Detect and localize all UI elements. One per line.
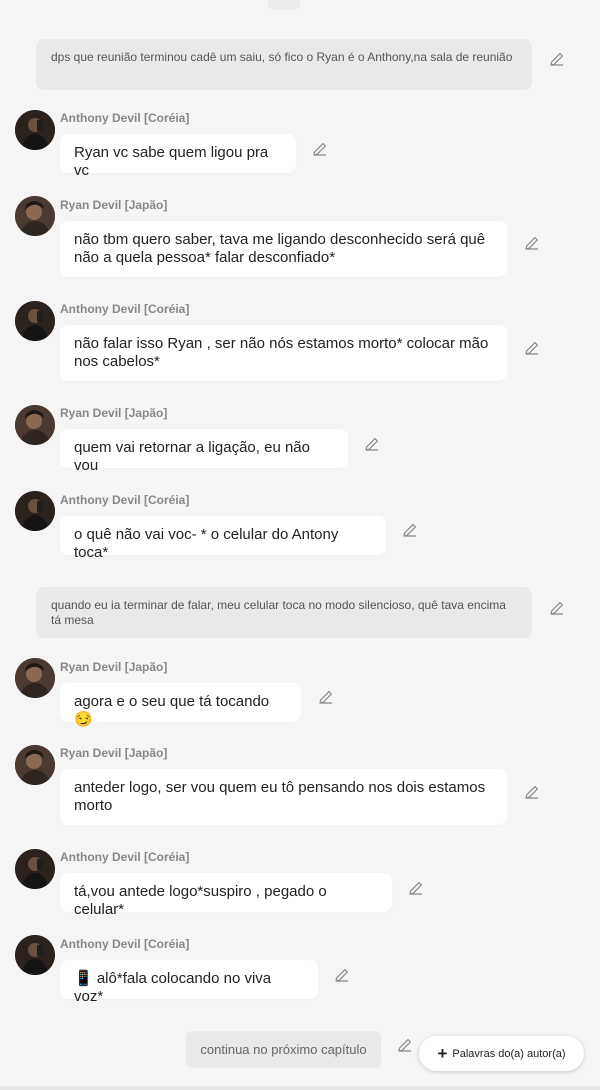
pencil-icon[interactable] xyxy=(524,340,540,356)
continuation-note: continua no próximo capítulo xyxy=(186,1031,381,1068)
message-bubble: o quê não vai voc- * o celular do Antony… xyxy=(60,516,386,561)
message-bubble: 📱 alô*fala colocando no viva voz* xyxy=(60,960,318,1005)
continuation-text: continua no próximo capítulo xyxy=(200,1042,367,1057)
avatar-ryan[interactable] xyxy=(15,196,55,236)
message-bubble: anteder logo, ser vou quem eu tô pensand… xyxy=(60,769,507,825)
message-bubble: Ryan vc sabe quem ligou pra vc xyxy=(60,134,296,179)
message-text: o quê não vai voc- * o celular do Antony… xyxy=(74,526,339,561)
narration-block: dps que reunião terminou cadê um saiu, s… xyxy=(36,39,532,90)
message-text: não tbm quero saber, tava me ligando des… xyxy=(74,231,486,266)
author-name: Anthony Devil [Coréia] xyxy=(60,302,190,316)
message-text: 📱 alô*fala colocando no viva voz* xyxy=(74,970,272,1005)
author-name: Ryan Devil [Japão] xyxy=(60,746,168,760)
author-words-label: Palavras do(a) autor(a) xyxy=(452,1047,566,1060)
author-name: Anthony Devil [Coréia] xyxy=(60,937,190,951)
avatar-ryan[interactable] xyxy=(15,745,55,785)
avatar-ryan[interactable] xyxy=(15,658,55,698)
pencil-icon[interactable] xyxy=(408,880,424,896)
author-name: Anthony Devil [Coréia] xyxy=(60,111,190,125)
author-name: Ryan Devil [Japão] xyxy=(60,660,168,674)
avatar-anthony[interactable] xyxy=(15,491,55,531)
avatar-anthony[interactable] xyxy=(15,110,55,150)
message-bubble: agora e o seu que tá tocando 😏 xyxy=(60,683,301,728)
author-words-button[interactable]: + Palavras do(a) autor(a) xyxy=(419,1036,584,1071)
message-bubble: quem vai retornar a ligação, eu não vou xyxy=(60,429,348,474)
pencil-icon[interactable] xyxy=(524,784,540,800)
pencil-icon[interactable] xyxy=(312,141,328,157)
avatar-anthony[interactable] xyxy=(15,849,55,889)
avatar-anthony[interactable] xyxy=(15,935,55,975)
pencil-icon[interactable] xyxy=(318,689,334,705)
message-text: anteder logo, ser vou quem eu tô pensand… xyxy=(74,779,486,814)
pencil-icon[interactable] xyxy=(364,436,380,452)
pencil-icon[interactable] xyxy=(402,522,418,538)
message-text: não falar isso Ryan , ser não nós estamo… xyxy=(74,335,489,370)
message-bubble: não tbm quero saber, tava me ligando des… xyxy=(60,221,507,277)
author-name: Anthony Devil [Coréia] xyxy=(60,493,190,507)
message-bubble: não falar isso Ryan , ser não nós estamo… xyxy=(60,325,507,381)
pencil-icon[interactable] xyxy=(397,1037,413,1053)
author-name: Anthony Devil [Coréia] xyxy=(60,850,190,864)
author-name: Ryan Devil [Japão] xyxy=(60,406,168,420)
narration-block: quando eu ia terminar de falar, meu celu… xyxy=(36,587,532,638)
avatar-anthony[interactable] xyxy=(15,301,55,341)
avatar-ryan[interactable] xyxy=(15,405,55,445)
pencil-icon[interactable] xyxy=(549,51,565,67)
pencil-icon[interactable] xyxy=(549,600,565,616)
narration-text: dps que reunião terminou cadê um saiu, s… xyxy=(51,50,513,64)
message-text: Ryan vc sabe quem ligou pra vc xyxy=(74,144,269,179)
message-bubble: tá,vou antede logo*suspiro , pegado o ce… xyxy=(60,873,392,918)
pencil-icon[interactable] xyxy=(524,235,540,251)
message-text: tá,vou antede logo*suspiro , pegado o ce… xyxy=(74,883,327,918)
message-text: agora e o seu que tá tocando 😏 xyxy=(74,693,270,728)
bottom-divider xyxy=(0,1086,600,1090)
author-name: Ryan Devil [Japão] xyxy=(60,198,168,212)
narration-text: quando eu ia terminar de falar, meu celu… xyxy=(51,598,506,627)
plus-icon: + xyxy=(437,1044,448,1063)
message-text: quem vai retornar a ligação, eu não vou xyxy=(74,439,310,474)
pencil-icon[interactable] xyxy=(334,967,350,983)
top-handle xyxy=(268,0,300,10)
